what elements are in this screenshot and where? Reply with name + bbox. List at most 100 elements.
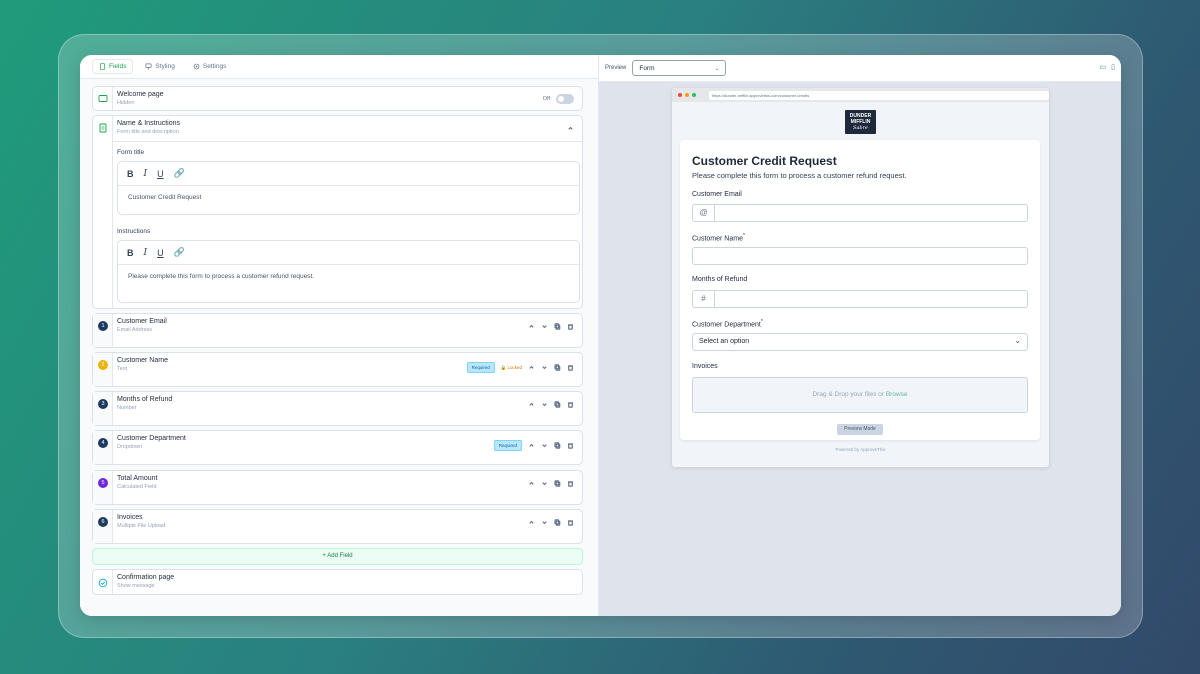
- form-title-editor[interactable]: B I U 🔗 Customer Credit Request: [117, 161, 580, 215]
- preview-mode-button[interactable]: Preview Mode: [837, 424, 883, 435]
- link-icon[interactable]: 🔗: [174, 168, 185, 179]
- name-field[interactable]: [692, 247, 1028, 265]
- copy-icon[interactable]: [554, 480, 561, 487]
- field-type: Multiple File Upload: [117, 523, 166, 529]
- trash-icon[interactable]: [567, 442, 574, 449]
- instructions-text[interactable]: Please complete this form to process a c…: [118, 265, 579, 288]
- chevron-down-icon[interactable]: [541, 364, 548, 371]
- document-icon: [99, 63, 106, 70]
- copy-icon[interactable]: [554, 519, 561, 526]
- chevron-up-icon[interactable]: [528, 519, 535, 526]
- trash-icon[interactable]: [567, 480, 574, 487]
- department-select[interactable]: Select an option ⌄: [692, 333, 1028, 351]
- tab-fields[interactable]: Fields: [92, 59, 134, 74]
- fields-panel: Fields Styling Settings Welcome page Hid…: [80, 55, 599, 616]
- chevron-down-icon[interactable]: [541, 480, 548, 487]
- trash-icon[interactable]: [567, 323, 574, 330]
- chevron-up-icon[interactable]: [528, 323, 535, 330]
- field-type: Email Address: [117, 327, 153, 333]
- desktop-icon[interactable]: ▭: [1100, 63, 1107, 71]
- email-field[interactable]: @: [692, 204, 1028, 222]
- months-field[interactable]: #: [692, 290, 1028, 308]
- field-type: Text: [117, 366, 128, 372]
- preview-panel: Preview Form ⌄ ▭ ▯ https://dunder-mifflin…: [599, 55, 1121, 616]
- chevron-up-icon[interactable]: [528, 364, 535, 371]
- mobile-icon[interactable]: ▯: [1111, 63, 1115, 71]
- form-title-text[interactable]: Customer Credit Request: [118, 186, 579, 209]
- field-card[interactable]: 2 Customer Name Text Required 🔒 Locked: [92, 352, 583, 387]
- field-card[interactable]: 6 Invoices Multiple File Upload: [92, 509, 583, 544]
- trash-icon[interactable]: [567, 519, 574, 526]
- copy-icon[interactable]: [554, 442, 561, 449]
- chevron-down-icon[interactable]: [541, 519, 548, 526]
- field-title: Total Amount: [117, 475, 158, 482]
- underline-icon[interactable]: U: [157, 248, 164, 258]
- form-title-label: Form title: [117, 149, 145, 156]
- toggle-label: Off: [542, 96, 550, 102]
- chevron-down-icon[interactable]: [541, 401, 548, 408]
- chevron-up-icon[interactable]: [528, 401, 535, 408]
- italic-icon[interactable]: I: [144, 169, 148, 179]
- bold-icon[interactable]: B: [127, 169, 134, 179]
- tab-settings[interactable]: Settings: [187, 60, 233, 73]
- powered-by: Powered by ApproveThis: [835, 447, 886, 452]
- instructions-label: Instructions: [117, 228, 151, 235]
- link-icon[interactable]: 🔗: [174, 247, 185, 258]
- field-title: Invoices: [117, 514, 143, 521]
- underline-icon[interactable]: U: [157, 169, 164, 179]
- form-description: Please complete this form to process a c…: [692, 171, 907, 180]
- preview-mode-select[interactable]: Form ⌄: [632, 60, 727, 76]
- url-bar: https://dunder-mifflin.approvethis.com/c…: [709, 90, 1049, 100]
- field-number: 4: [98, 438, 108, 448]
- chevron-up-icon[interactable]: [528, 442, 535, 449]
- chevron-up-icon[interactable]: [528, 480, 535, 487]
- bold-icon[interactable]: B: [127, 248, 134, 258]
- field-title: Customer Name: [117, 357, 168, 364]
- copy-icon[interactable]: [554, 323, 561, 330]
- copy-icon[interactable]: [554, 364, 561, 371]
- welcome-toggle[interactable]: [556, 94, 574, 104]
- tab-styling[interactable]: Styling: [139, 60, 181, 73]
- copy-icon[interactable]: [554, 401, 561, 408]
- chevron-down-icon[interactable]: [541, 323, 548, 330]
- browse-link[interactable]: Browse: [886, 391, 908, 398]
- gear-icon: [193, 63, 200, 70]
- locked-badge: 🔒 Locked: [500, 364, 522, 371]
- preview-label: Preview: [605, 65, 627, 71]
- welcome-page-card[interactable]: Welcome page Hidden Off: [92, 86, 583, 111]
- confirmation-page-card[interactable]: Confirmation page Show message: [92, 569, 583, 595]
- field-number: 3: [98, 399, 108, 409]
- confirmation-title: Confirmation page: [117, 574, 175, 581]
- add-field-button[interactable]: + Add Field: [92, 548, 583, 565]
- field-number: 1: [98, 321, 108, 331]
- welcome-title: Welcome page: [117, 91, 164, 98]
- browser-bar: https://dunder-mifflin.approvethis.com/c…: [672, 88, 1049, 102]
- document-icon: [99, 123, 107, 133]
- name-label: Customer Name*: [692, 233, 745, 243]
- field-type: Number: [117, 405, 137, 411]
- instructions-editor[interactable]: B I U 🔗 Please complete this form to proces…: [117, 240, 580, 303]
- field-title: Customer Email: [117, 318, 167, 325]
- field-type: Dropdown: [117, 444, 143, 450]
- trash-icon[interactable]: [567, 401, 574, 408]
- minimize-dot-icon: [685, 93, 689, 97]
- file-dropzone[interactable]: Drag & Drop your files or Browse: [692, 377, 1028, 413]
- browser-mockup: https://dunder-mifflin.approvethis.com/c…: [672, 88, 1049, 467]
- department-label: Customer Department*: [692, 319, 763, 329]
- hash-icon: #: [693, 291, 715, 307]
- maximize-dot-icon: [692, 93, 696, 97]
- field-number: 5: [98, 478, 108, 488]
- trash-icon[interactable]: [567, 364, 574, 371]
- chevron-up-icon[interactable]: [567, 125, 574, 132]
- chevron-down-icon: ⌄: [714, 65, 720, 72]
- company-logo: DUNDER MIFFLIN Sabre: [845, 110, 876, 134]
- field-card[interactable]: 5 Total Amount Calculated Field: [92, 470, 583, 505]
- at-icon: @: [693, 205, 715, 221]
- field-card[interactable]: 3 Months of Refund Number: [92, 391, 583, 426]
- email-label: Customer Email: [692, 191, 742, 198]
- field-card[interactable]: 1 Customer Email Email Address: [92, 313, 583, 348]
- italic-icon[interactable]: I: [144, 248, 148, 258]
- form-preview: Customer Credit Request Please complete …: [680, 140, 1040, 440]
- field-card[interactable]: 4 Customer Department Dropdown Required: [92, 430, 583, 465]
- chevron-down-icon[interactable]: [541, 442, 548, 449]
